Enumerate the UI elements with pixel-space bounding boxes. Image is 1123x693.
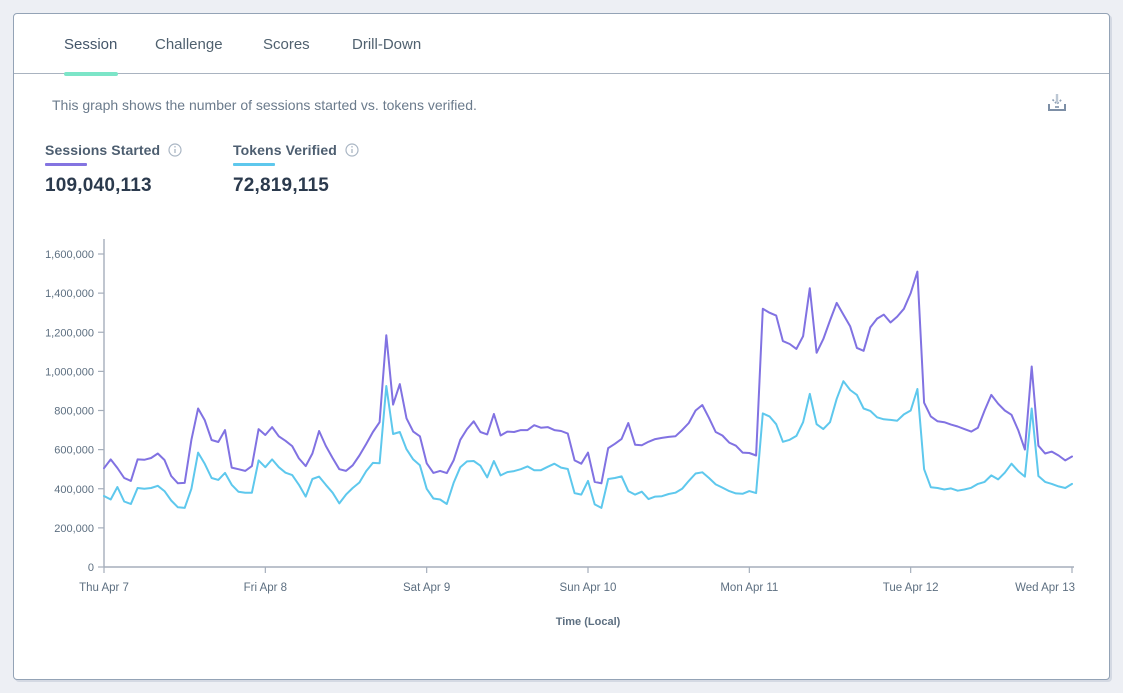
tab-session[interactable]: Session <box>64 14 117 74</box>
x-tick-label: Thu Apr 7 <box>79 582 129 594</box>
tab-drill-down[interactable]: Drill-Down <box>352 14 421 74</box>
x-tick-label: Fri Apr 8 <box>244 582 287 594</box>
tab-session-label: Session <box>64 36 117 53</box>
y-tick-label: 1,200,000 <box>45 327 94 339</box>
x-tick-label: Sun Apr 10 <box>560 582 617 594</box>
y-tick-label: 400,000 <box>54 484 94 496</box>
y-tick-label: 1,000,000 <box>45 366 94 378</box>
y-tick-label: 1,400,000 <box>45 288 94 300</box>
y-tick-label: 200,000 <box>54 523 94 535</box>
tab-challenge-label: Challenge <box>155 36 223 53</box>
tab-bar: Session Challenge Scores Drill-Down <box>14 14 1109 74</box>
metric-tokens-verified-label: Tokens Verified <box>233 142 337 158</box>
x-tick-label: Tue Apr 12 <box>883 582 939 594</box>
analytics-card: Session Challenge Scores Drill-Down This… <box>13 13 1110 680</box>
x-tick-label: Sat Apr 9 <box>403 582 450 594</box>
tab-challenge[interactable]: Challenge <box>155 14 223 74</box>
tab-drill-down-label: Drill-Down <box>352 36 421 53</box>
x-tick-label: Wed Apr 13 <box>1015 582 1075 594</box>
y-tick-label: 1,600,000 <box>45 249 94 261</box>
y-tick-label: 600,000 <box>54 445 94 457</box>
info-icon[interactable] <box>168 143 182 157</box>
download-button[interactable] <box>1043 90 1071 118</box>
metric-sessions-started-value: 109,040,113 <box>45 175 182 197</box>
metric-sessions-started: Sessions Started 109,040,113 <box>45 142 182 197</box>
series-line-sessions-started <box>104 272 1072 484</box>
metric-tokens-underline <box>233 163 275 166</box>
active-tab-underline <box>64 72 118 76</box>
chart-description: This graph shows the number of sessions … <box>52 97 477 113</box>
info-icon[interactable] <box>345 143 359 157</box>
download-icon <box>1046 92 1068 114</box>
tab-scores[interactable]: Scores <box>263 14 310 74</box>
series-line-tokens-verified <box>104 381 1072 508</box>
metric-sessions-underline <box>45 163 87 166</box>
x-tick-label: Mon Apr 11 <box>720 582 778 594</box>
metric-tokens-verified: Tokens Verified 72,819,115 <box>233 142 359 197</box>
y-tick-label: 800,000 <box>54 406 94 418</box>
tab-scores-label: Scores <box>263 36 310 53</box>
x-axis-title: Time (Local) <box>556 616 621 628</box>
sessions-vs-tokens-chart[interactable]: 0 200,000 400,000 600,000 800,000 1,000,000 1,… <box>14 14 1111 679</box>
metric-tokens-verified-value: 72,819,115 <box>233 175 359 197</box>
metric-sessions-started-label: Sessions Started <box>45 142 160 158</box>
y-tick-label: 0 <box>88 562 94 574</box>
